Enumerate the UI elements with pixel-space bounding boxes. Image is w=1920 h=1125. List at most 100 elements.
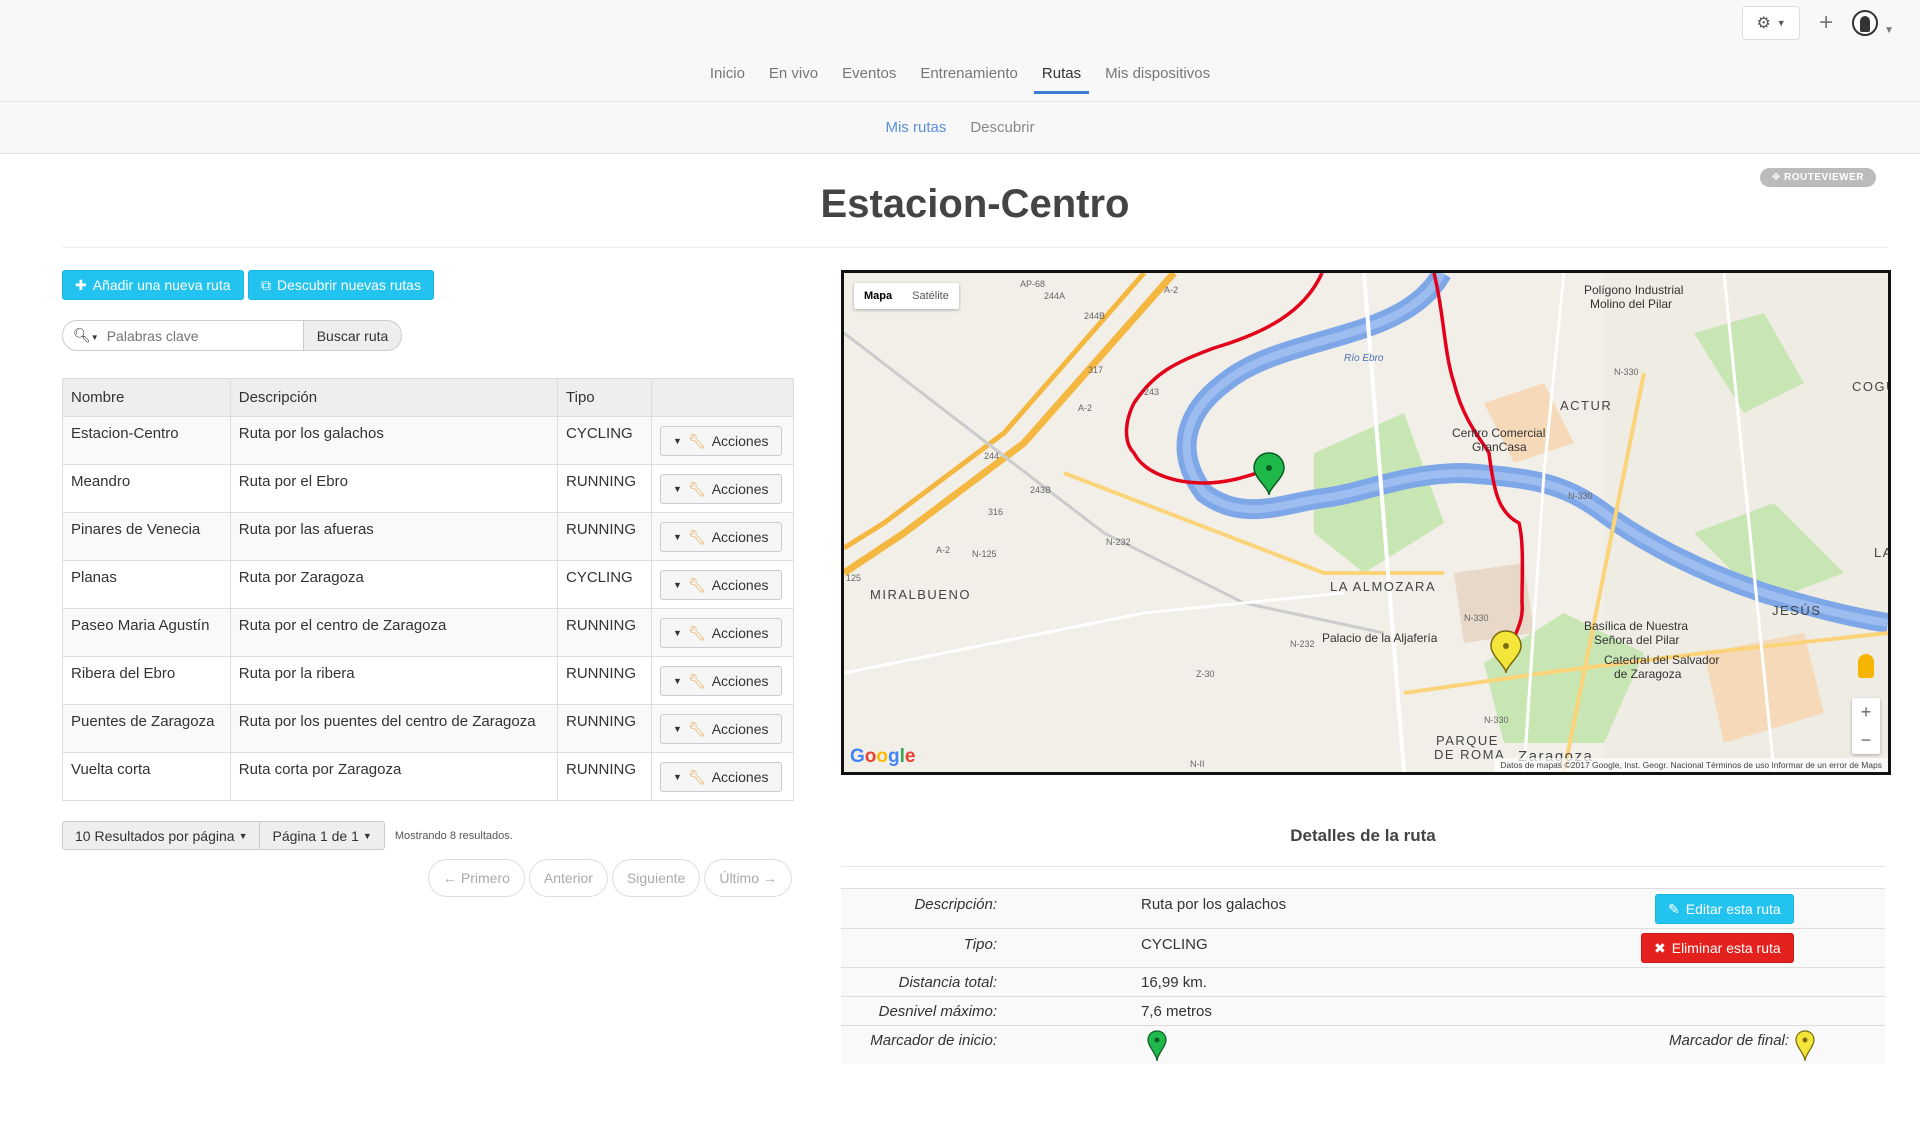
map-attribution[interactable]: Datos de mapas ©2017 Google, Inst. Geogr…: [1494, 758, 1888, 772]
avatar[interactable]: [1852, 10, 1879, 36]
table-row[interactable]: Vuelta corta Ruta corta por Zaragoza RUN…: [62, 752, 795, 801]
nav-rutas[interactable]: Rutas: [1030, 55, 1093, 94]
route-name[interactable]: Paseo Maria Agustín: [62, 608, 231, 657]
table-row[interactable]: Meandro Ruta por el Ebro RUNNING ▼ 🔧︎ Acci…: [62, 464, 795, 513]
page-dropdown[interactable]: Página 1 de 1 ▼: [260, 821, 385, 850]
caret-down-icon: ▼: [672, 436, 682, 446]
subnav-descubrir[interactable]: Descubrir: [970, 119, 1034, 136]
route-name[interactable]: Estacion-Centro: [62, 416, 231, 465]
table-row[interactable]: Pinares de Venecia Ruta por las afueras …: [62, 512, 795, 561]
road-label: A-2: [936, 545, 951, 555]
zoom-in-button[interactable]: +: [1852, 698, 1880, 726]
per-page-dropdown[interactable]: 10 Resultados por página ▼: [62, 821, 261, 850]
actions-dropdown-button[interactable]: ▼ 🔧︎ Acciones: [659, 426, 782, 456]
zoom-out-button[interactable]: −: [1852, 726, 1880, 754]
actions-dropdown-button[interactable]: ▼ 🔧︎ Acciones: [659, 522, 782, 552]
road-label: N-330: [1484, 715, 1509, 725]
search-icon[interactable]: 🔍︎▼: [73, 327, 99, 344]
actions-label: Acciones: [711, 721, 769, 737]
subnav-mis-rutas[interactable]: Mis rutas: [885, 119, 946, 136]
col-nombre[interactable]: Nombre: [62, 378, 231, 417]
street-view-pegman-icon[interactable]: [1858, 654, 1874, 678]
distance-label: Distancia total:: [898, 974, 997, 991]
route-name[interactable]: Pinares de Venecia: [62, 512, 231, 561]
actions-label: Acciones: [711, 673, 769, 689]
route-description: Ruta por los galachos: [229, 416, 559, 465]
pencil-icon: ✎: [1668, 900, 1680, 917]
route-type: RUNNING: [557, 608, 652, 657]
map-type-satellite[interactable]: Satélite: [902, 283, 959, 309]
road-label: Z-30: [1196, 669, 1215, 679]
nav-inicio[interactable]: Inicio: [698, 55, 757, 92]
plus-icon: ✚: [75, 276, 87, 293]
route-name[interactable]: Puentes de Zaragoza: [62, 704, 231, 753]
route-type: RUNNING: [557, 752, 652, 801]
external-link-icon: ⧉: [261, 276, 271, 293]
actions-dropdown-button[interactable]: ▼ 🔧︎ Acciones: [659, 570, 782, 600]
wrench-icon: 🔧︎: [687, 480, 706, 497]
nav-en-vivo[interactable]: En vivo: [757, 55, 830, 92]
actions-dropdown-button[interactable]: ▼ 🔧︎ Acciones: [659, 762, 782, 792]
table-row[interactable]: Ribera del Ebro Ruta por la ribera RUNNI…: [62, 656, 795, 705]
next-page-button[interactable]: Siguiente: [611, 859, 701, 897]
table-row[interactable]: Paseo Maria Agustín Ruta por el centro d…: [62, 608, 795, 657]
map-canvas[interactable]: [844, 273, 1888, 772]
map-label: de Zaragoza: [1614, 667, 1682, 681]
detail-row-distance: Distancia total: 16,99 km.: [841, 968, 1885, 997]
col-descripcion[interactable]: Descripción: [229, 378, 559, 417]
results-info: Mostrando 8 resultados.: [394, 829, 513, 842]
route-map[interactable]: Mapa Satélite Polígono Industrial Molino…: [841, 270, 1891, 775]
first-page-button[interactable]: ← Primero: [428, 859, 525, 897]
start-map-marker[interactable]: [1253, 452, 1285, 496]
elevation-value: 7,6 metros: [1141, 1003, 1212, 1020]
edit-route-button[interactable]: ✎ Editar esta ruta: [1655, 894, 1794, 924]
actions-dropdown-button[interactable]: ▼ 🔧︎ Acciones: [659, 474, 782, 504]
delete-route-button[interactable]: ✖ Eliminar esta ruta: [1641, 933, 1794, 963]
map-label: GranCasa: [1472, 440, 1527, 454]
map-type-map[interactable]: Mapa: [854, 283, 902, 309]
nav-mis-dispositivos[interactable]: Mis dispositivos: [1093, 55, 1222, 92]
search-button[interactable]: Buscar ruta: [304, 320, 402, 351]
table-row[interactable]: Puentes de Zaragoza Ruta por los puentes…: [62, 704, 795, 753]
route-name[interactable]: Meandro: [62, 464, 231, 513]
route-name[interactable]: Ribera del Ebro: [62, 656, 231, 705]
route-description: Ruta por el centro de Zaragoza: [229, 608, 559, 657]
actions-dropdown-button[interactable]: ▼ 🔧︎ Acciones: [659, 618, 782, 648]
road-label: N-232: [1290, 639, 1315, 649]
nav-entrenamiento[interactable]: Entrenamiento: [908, 55, 1030, 92]
chevron-down-icon[interactable]: ▼: [1884, 25, 1894, 36]
top-tools: ⚙ ▼ + ▼: [1742, 6, 1894, 40]
route-description: Ruta corta por Zaragoza: [229, 752, 559, 801]
chevron-down-icon: ▼: [1776, 18, 1786, 28]
col-acciones: [650, 378, 795, 417]
route-actions-cell: ▼ 🔧︎ Acciones: [650, 560, 795, 609]
caret-down-icon: ▼: [238, 830, 248, 841]
col-tipo[interactable]: Tipo: [557, 378, 652, 417]
prev-page-button[interactable]: Anterior: [528, 859, 608, 897]
route-name[interactable]: Planas: [62, 560, 231, 609]
description-value: Ruta por los galachos: [1141, 896, 1287, 913]
top-navbar: ⚙ ▼ + ▼ Inicio En vivo Eventos Entrenami…: [0, 0, 1920, 102]
route-type: CYCLING: [557, 560, 652, 609]
map-label: Basílica de Nuestra: [1584, 619, 1689, 633]
start-marker-label: Marcador de inicio:: [870, 1032, 997, 1049]
map-label: JESÚS: [1772, 603, 1822, 618]
wrench-icon: 🔧︎: [687, 624, 706, 641]
route-name[interactable]: Vuelta corta: [62, 752, 231, 801]
add-icon[interactable]: +: [1812, 6, 1840, 40]
per-page-label: 10 Resultados por página: [75, 827, 235, 844]
discover-routes-button[interactable]: ⧉ Descubrir nuevas rutas: [248, 270, 434, 300]
pager-links: ← Primero Anterior Siguiente Último →: [428, 859, 792, 897]
table-row[interactable]: Estacion-Centro Ruta por los galachos CY…: [62, 416, 795, 465]
actions-dropdown-button[interactable]: ▼ 🔧︎ Acciones: [659, 714, 782, 744]
last-page-button[interactable]: Último →: [704, 859, 792, 897]
table-row[interactable]: Planas Ruta por Zaragoza CYCLING ▼ 🔧︎ Acci…: [62, 560, 795, 609]
settings-dropdown[interactable]: ⚙ ▼: [1742, 6, 1801, 40]
type-label: Tipo:: [963, 936, 997, 953]
add-route-button[interactable]: ✚ Añadir una nueva ruta: [62, 270, 244, 300]
actions-dropdown-button[interactable]: ▼ 🔧︎ Acciones: [659, 666, 782, 696]
search-input[interactable]: [106, 327, 297, 344]
nav-eventos[interactable]: Eventos: [830, 55, 908, 92]
road-label: 244A: [1044, 291, 1066, 301]
actions-label: Acciones: [711, 529, 769, 545]
